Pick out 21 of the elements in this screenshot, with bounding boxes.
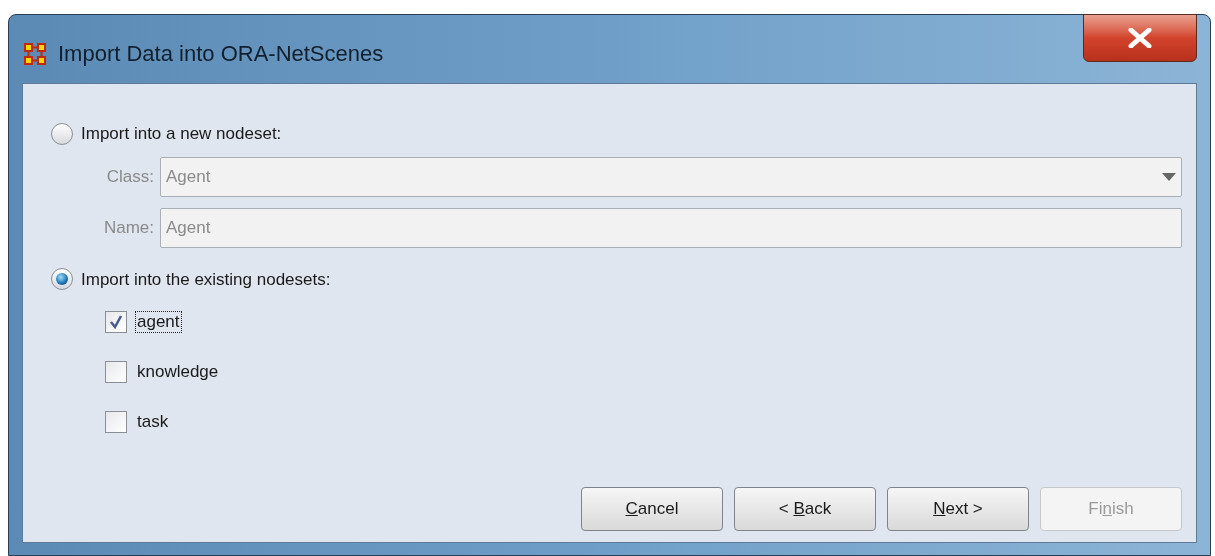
window-title: Import Data into ORA-NetScenes — [58, 40, 384, 68]
option-label: Import into a new nodeset: — [81, 123, 282, 145]
field-label: Name: — [102, 216, 154, 239]
checkbox-label: knowledge — [136, 361, 220, 383]
checkbox[interactable] — [105, 311, 127, 333]
radio-button[interactable] — [51, 122, 73, 145]
option-label: Import into the existing nodesets: — [81, 268, 331, 291]
checkbox[interactable] — [105, 361, 127, 383]
wizard-button[interactable]: Next > — [887, 487, 1029, 531]
wizard-button[interactable]: < Back — [734, 487, 876, 531]
checkbox-label: agent — [135, 311, 182, 333]
radio-button[interactable] — [51, 268, 73, 291]
close-icon — [1128, 28, 1152, 48]
close-button[interactable] — [1083, 14, 1197, 62]
checkbox[interactable] — [105, 411, 127, 433]
field-label: Class: — [105, 165, 154, 188]
checkbox-label: task — [136, 411, 170, 433]
check-icon — [109, 315, 123, 329]
dropdown-arrow-icon — [1162, 172, 1176, 181]
wizard-button[interactable]: Cancel — [581, 487, 723, 531]
network-icon — [24, 42, 46, 65]
